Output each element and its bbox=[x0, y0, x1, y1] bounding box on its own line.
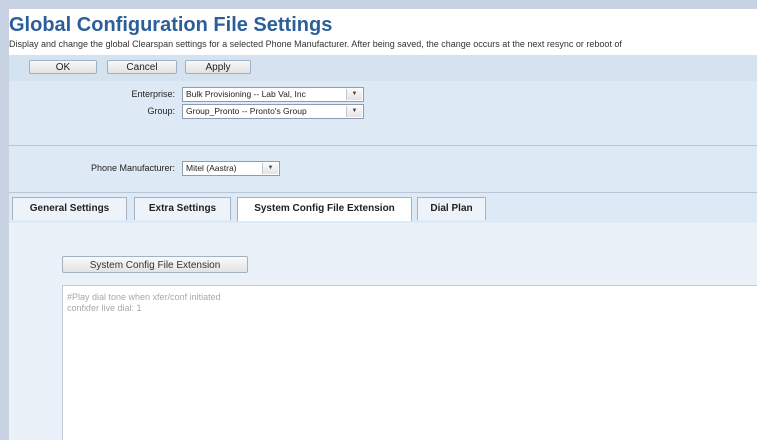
apply-button[interactable]: Apply bbox=[185, 60, 251, 74]
chevron-down-icon[interactable]: ▼ bbox=[262, 163, 278, 174]
group-select-value: Group_Pronto -- Pronto's Group bbox=[186, 106, 307, 116]
manufacturer-select[interactable]: Mitel (Aastra) ▼ bbox=[182, 161, 280, 176]
window-top-border bbox=[0, 0, 757, 9]
cancel-button[interactable]: Cancel bbox=[107, 60, 177, 74]
enterprise-label: Enterprise: bbox=[131, 89, 175, 99]
tab-content: System Config File Extension #Play dial … bbox=[9, 223, 757, 440]
tab-bar: General Settings Extra Settings System C… bbox=[9, 192, 757, 224]
group-select[interactable]: Group_Pronto -- Pronto's Group ▼ bbox=[182, 104, 364, 119]
page-description: Display and change the global Clearspan … bbox=[9, 39, 622, 49]
manufacturer-select-value: Mitel (Aastra) bbox=[186, 163, 237, 173]
tab-dial-plan[interactable]: Dial Plan bbox=[417, 197, 486, 220]
chevron-down-icon[interactable]: ▼ bbox=[346, 89, 362, 100]
ok-button[interactable]: OK bbox=[29, 60, 97, 74]
manufacturer-panel: Phone Manufacturer: Mitel (Aastra) ▼ bbox=[9, 146, 757, 192]
chevron-down-icon[interactable]: ▼ bbox=[346, 106, 362, 117]
page: Global Configuration File Settings Displ… bbox=[9, 9, 757, 440]
window-left-border bbox=[0, 0, 9, 440]
textarea-line: confxfer live dial: 1 bbox=[67, 303, 142, 313]
tab-general-settings[interactable]: General Settings bbox=[12, 197, 127, 220]
tab-system-config-file-extension[interactable]: System Config File Extension bbox=[237, 197, 412, 221]
enterprise-select[interactable]: Bulk Provisioning -- Lab Val, Inc ▼ bbox=[182, 87, 364, 102]
system-config-file-extension-button[interactable]: System Config File Extension bbox=[62, 256, 248, 273]
manufacturer-label: Phone Manufacturer: bbox=[90, 163, 175, 173]
enterprise-select-value: Bulk Provisioning -- Lab Val, Inc bbox=[186, 89, 306, 99]
page-title: Global Configuration File Settings bbox=[9, 14, 333, 36]
config-extension-textarea[interactable]: #Play dial tone when xfer/conf initiated… bbox=[62, 285, 757, 440]
enterprise-group-panel: Enterprise: Bulk Provisioning -- Lab Val… bbox=[9, 81, 757, 151]
textarea-line: #Play dial tone when xfer/conf initiated bbox=[67, 292, 221, 302]
group-label: Group: bbox=[147, 106, 175, 116]
tab-extra-settings[interactable]: Extra Settings bbox=[134, 197, 231, 220]
